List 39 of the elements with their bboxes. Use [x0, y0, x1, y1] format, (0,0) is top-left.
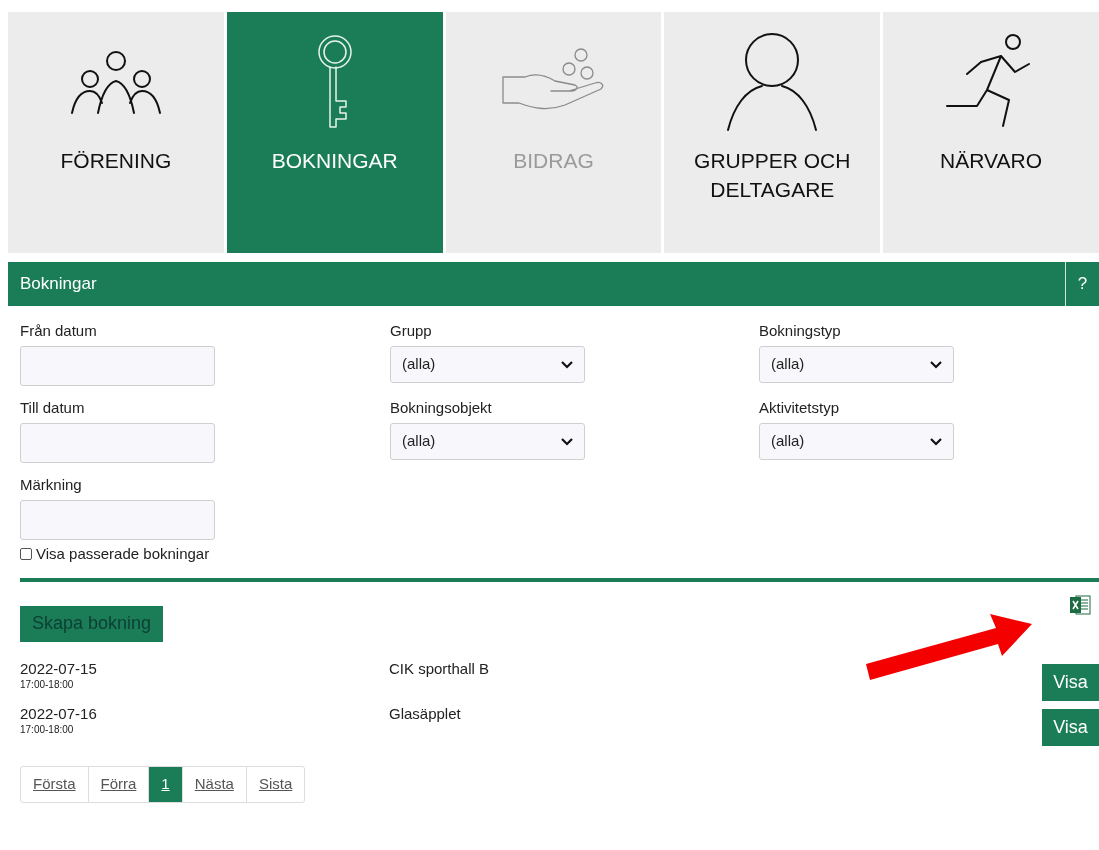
field-label: Grupp	[390, 321, 433, 341]
booking-time: 17:00-18:00	[20, 722, 75, 737]
dropdown[interactable]: (alla)	[390, 346, 585, 383]
field-label: Märkning	[20, 475, 83, 495]
field-label: Aktivitetstyp	[759, 398, 841, 418]
nav-tile[interactable]: GRUPPER OCH DELTAGARE	[664, 12, 881, 253]
field-label: Bokningstyp	[759, 321, 842, 341]
nav-tile[interactable]: NÄRVARO	[883, 12, 1099, 253]
page-link[interactable]: 1	[148, 766, 182, 802]
show-button[interactable]: Visa	[1042, 708, 1099, 746]
dropdown[interactable]: (alla)	[759, 346, 954, 383]
checkbox-row[interactable]: Visa passerade bokningar	[20, 543, 210, 566]
nav-tile[interactable]: FÖRENING	[8, 12, 224, 253]
caret-icon	[561, 360, 573, 369]
page-link[interactable]: Första	[21, 766, 88, 802]
page-link[interactable]: Nästa	[181, 766, 246, 802]
show-button[interactable]: Visa	[1042, 663, 1099, 701]
panel-title: Bokningar	[19, 273, 98, 296]
field-label: Till datum	[20, 398, 86, 418]
field-label: Från datum	[20, 321, 98, 341]
booking-date: 2022-07-16	[20, 704, 98, 723]
field-label: Bokningsobjekt	[390, 398, 493, 418]
checkbox[interactable]	[20, 548, 32, 561]
spreadsheet-icon[interactable]	[1069, 593, 1091, 616]
page-link[interactable]: Sista	[245, 766, 305, 802]
dropdown[interactable]: (alla)	[759, 423, 954, 460]
nav-tile[interactable]: BOKNINGAR	[226, 12, 443, 253]
dropdown[interactable]: (alla)	[390, 423, 585, 460]
booking-date: 2022-07-15	[20, 659, 98, 678]
booking-object: CIK sporthall B	[389, 659, 491, 678]
booking-object: Glasäpplet	[389, 704, 462, 723]
date-field[interactable]	[20, 346, 215, 386]
booking-time: 17:00-18:00	[20, 677, 75, 692]
caret-icon	[561, 437, 573, 446]
caret-icon	[930, 360, 942, 369]
help-button[interactable]: ?	[1065, 262, 1099, 306]
caret-icon	[930, 437, 942, 446]
date-field[interactable]	[20, 423, 215, 463]
date-field[interactable]	[20, 500, 215, 540]
